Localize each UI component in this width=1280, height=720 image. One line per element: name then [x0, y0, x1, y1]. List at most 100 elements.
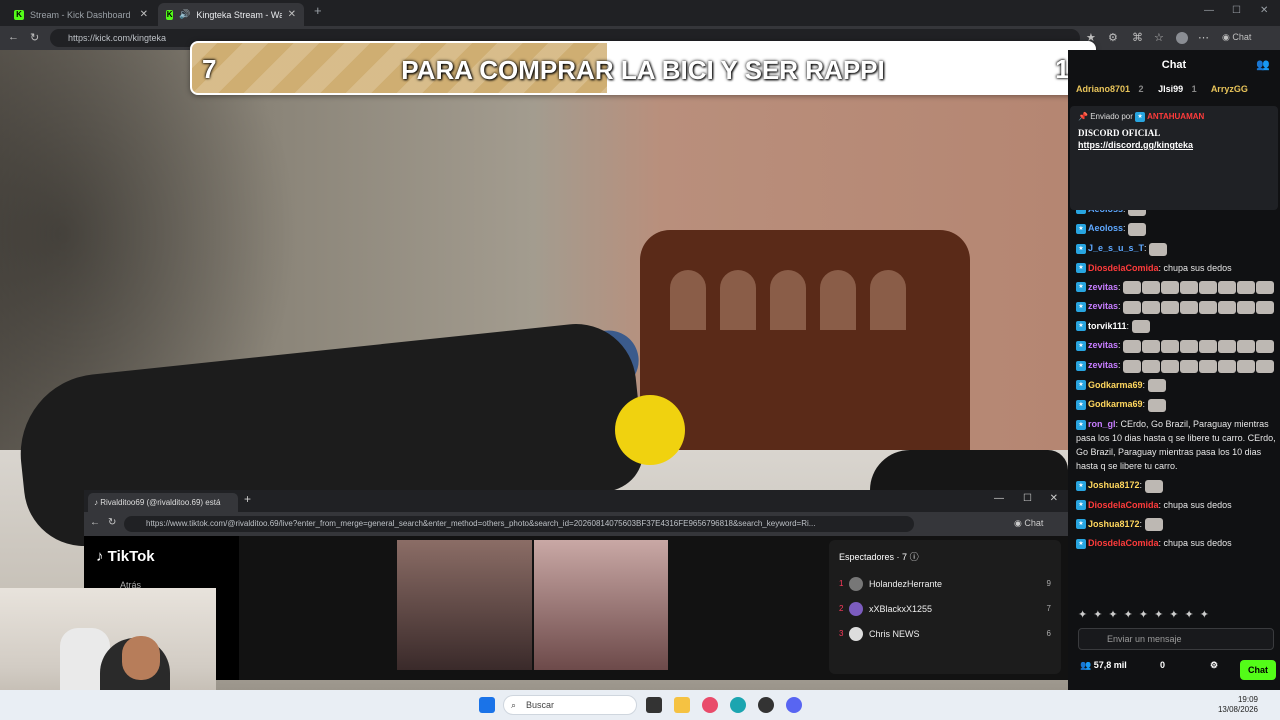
- minimize-button[interactable]: —: [1204, 5, 1214, 16]
- chat-input[interactable]: Enviar un mensaje: [1078, 628, 1274, 650]
- leader-item[interactable]: Adriano8701 2: [1076, 84, 1150, 94]
- favorites-icon[interactable]: ☆: [1154, 31, 1164, 44]
- viewer-score: 6: [1046, 629, 1051, 638]
- chat-username[interactable]: torvik111: [1088, 321, 1127, 331]
- badge-icon: ★: [1076, 419, 1086, 430]
- close-window-button[interactable]: ✕: [1050, 493, 1058, 504]
- viewer-row[interactable]: 1 HolandezHerrante 9: [839, 571, 1051, 596]
- maximize-button[interactable]: ☐: [1023, 493, 1032, 504]
- send-chat-button[interactable]: Chat: [1240, 660, 1276, 680]
- chat-username[interactable]: zevitas: [1088, 301, 1118, 311]
- chat-message[interactable]: ★ J_e_s_u_s_T:: [1076, 241, 1276, 256]
- chat-username[interactable]: ron_gl: [1088, 419, 1116, 429]
- back-icon[interactable]: ←: [8, 31, 19, 43]
- discord-icon[interactable]: [786, 697, 802, 713]
- chat-message[interactable]: ★ Godkarma69:: [1076, 397, 1276, 412]
- chat-username[interactable]: DiosdelaComida: [1088, 263, 1159, 273]
- leader-item[interactable]: Jlsi99 1: [1158, 84, 1203, 94]
- speaker-icon: 🔊: [179, 9, 191, 19]
- emote-icon: [1256, 300, 1275, 314]
- close-window-button[interactable]: ✕: [1260, 5, 1268, 16]
- taskbar-clock[interactable]: 19:09 13/08/2026: [1218, 695, 1258, 715]
- tiktok-logo[interactable]: ♪ TikTok: [96, 548, 155, 565]
- chat-username[interactable]: Aeoloss: [1088, 223, 1123, 233]
- chat-message[interactable]: ★zevitas:: [1076, 280, 1276, 295]
- chat-username[interactable]: Godkarma69: [1088, 399, 1143, 409]
- emote-icon: [1144, 479, 1163, 493]
- chat-message[interactable]: ★zevitas:: [1076, 358, 1276, 373]
- chat-message[interactable]: ★ DiosdelaComida: chupa sus dedos: [1076, 261, 1276, 275]
- puzzle-icon[interactable]: ⌘: [1132, 31, 1143, 44]
- live-cam-right[interactable]: [534, 540, 668, 670]
- emote-icon: [1180, 359, 1199, 373]
- chat-username[interactable]: DiosdelaComida: [1088, 500, 1159, 510]
- settings-icon[interactable]: ⚙: [1210, 660, 1218, 671]
- obs-icon[interactable]: [758, 697, 774, 713]
- chat-message[interactable]: ★ torvik111:: [1076, 319, 1276, 334]
- copilot-label: Chat: [1024, 518, 1044, 528]
- pinned-link[interactable]: https://discord.gg/kingteka: [1078, 140, 1270, 150]
- chat-colon: :: [1139, 479, 1145, 490]
- close-icon[interactable]: ✕: [288, 9, 296, 20]
- minimize-button[interactable]: —: [994, 493, 1004, 504]
- emote-icon: [1237, 340, 1256, 353]
- chat-message[interactable]: ★ ron_gl: CErdo, Go Brazil, Paraguay mien…: [1076, 417, 1276, 473]
- chat-message[interactable]: ★zevitas:: [1076, 299, 1276, 314]
- tiktok-url-field[interactable]: https://www.tiktok.com/@rivalditoo.69/li…: [124, 516, 914, 532]
- emote-icon: [1161, 359, 1180, 373]
- badge-icon: ★: [1076, 480, 1086, 491]
- edge-icon[interactable]: [730, 697, 746, 713]
- chat-message[interactable]: ★ DiosdelaComida: chupa sus dedos: [1076, 498, 1276, 512]
- chat-username[interactable]: zevitas: [1088, 340, 1118, 350]
- file-explorer-icon[interactable]: [674, 697, 690, 713]
- copilot-button[interactable]: ◉ Chat: [1014, 518, 1043, 529]
- chat-message[interactable]: ★ Joshua8172:: [1076, 478, 1276, 493]
- emote-bar[interactable]: ✦✦✦✦✦✦✦✦✦: [1078, 608, 1215, 621]
- windows-start-icon[interactable]: [479, 697, 495, 713]
- profile-avatar[interactable]: [1176, 32, 1188, 44]
- taskbar-search-placeholder: Buscar: [526, 700, 555, 710]
- emote-icon: [1199, 340, 1218, 353]
- viewer-row[interactable]: 3 Chris NEWS 6: [839, 621, 1051, 646]
- chat-message[interactable]: ★zevitas:: [1076, 338, 1276, 353]
- reload-icon[interactable]: ↻: [108, 517, 116, 528]
- reload-icon[interactable]: ↻: [30, 31, 39, 44]
- tab-kingteka-stream[interactable]: K 🔊 Kingteka Stream - Watch Live ✕: [158, 3, 304, 26]
- tiktok-tab[interactable]: ♪ Rivalditoo69 (@rivalditoo.69) está: [88, 493, 238, 512]
- tab-kick-dashboard[interactable]: K Stream - Kick Dashboard ✕: [6, 3, 156, 26]
- viewer-row[interactable]: 2 xXBlackxX1255 7: [839, 596, 1051, 621]
- task-view-icon[interactable]: [646, 697, 662, 713]
- badge-icon: ★: [1076, 301, 1086, 312]
- chat-username[interactable]: zevitas: [1088, 282, 1118, 292]
- kick-icon: K: [14, 9, 24, 20]
- new-tab-button[interactable]: +: [314, 3, 322, 18]
- tab-label: Kingteka Stream - Watch Live: [196, 9, 282, 20]
- chat-username[interactable]: Godkarma69: [1088, 380, 1143, 390]
- extensions-icon[interactable]: ⚙: [1108, 31, 1118, 44]
- taskbar-search[interactable]: ⌕ Buscar: [503, 695, 637, 715]
- app-icon[interactable]: [702, 697, 718, 713]
- live-cam-left[interactable]: [397, 540, 532, 670]
- maximize-button[interactable]: ☐: [1232, 5, 1241, 16]
- tab-label: Stream - Kick Dashboard: [30, 9, 131, 20]
- leader-item[interactable]: ArryzGG: [1211, 84, 1254, 94]
- chat-username[interactable]: Joshua8172: [1088, 480, 1140, 490]
- chat-message[interactable]: ★ Godkarma69:: [1076, 378, 1276, 393]
- users-icon[interactable]: 👥: [1256, 58, 1270, 71]
- chat-username[interactable]: J_e_s_u_s_T: [1088, 243, 1144, 253]
- chat-message[interactable]: ★Aeoloss:: [1076, 221, 1276, 236]
- badge-icon: ★: [1076, 263, 1086, 274]
- chat-text: chupa sus dedos: [1163, 499, 1232, 510]
- new-tab-button[interactable]: +: [244, 492, 251, 506]
- chat-username[interactable]: Joshua8172: [1088, 519, 1140, 529]
- info-icon[interactable]: ⓘ: [910, 552, 919, 562]
- chat-username[interactable]: DiosdelaComida: [1088, 538, 1159, 548]
- back-icon[interactable]: ←: [90, 517, 100, 528]
- chat-message[interactable]: ★ Joshua8172:: [1076, 517, 1276, 532]
- chat-message[interactable]: ★ DiosdelaComida: chupa sus dedos: [1076, 536, 1276, 550]
- emote-icon: [1237, 300, 1256, 314]
- more-icon[interactable]: ⋯: [1198, 31, 1209, 44]
- close-icon[interactable]: ✕: [140, 9, 148, 20]
- chat-username[interactable]: zevitas: [1088, 360, 1118, 370]
- copilot-button[interactable]: ◉ Chat: [1222, 32, 1251, 43]
